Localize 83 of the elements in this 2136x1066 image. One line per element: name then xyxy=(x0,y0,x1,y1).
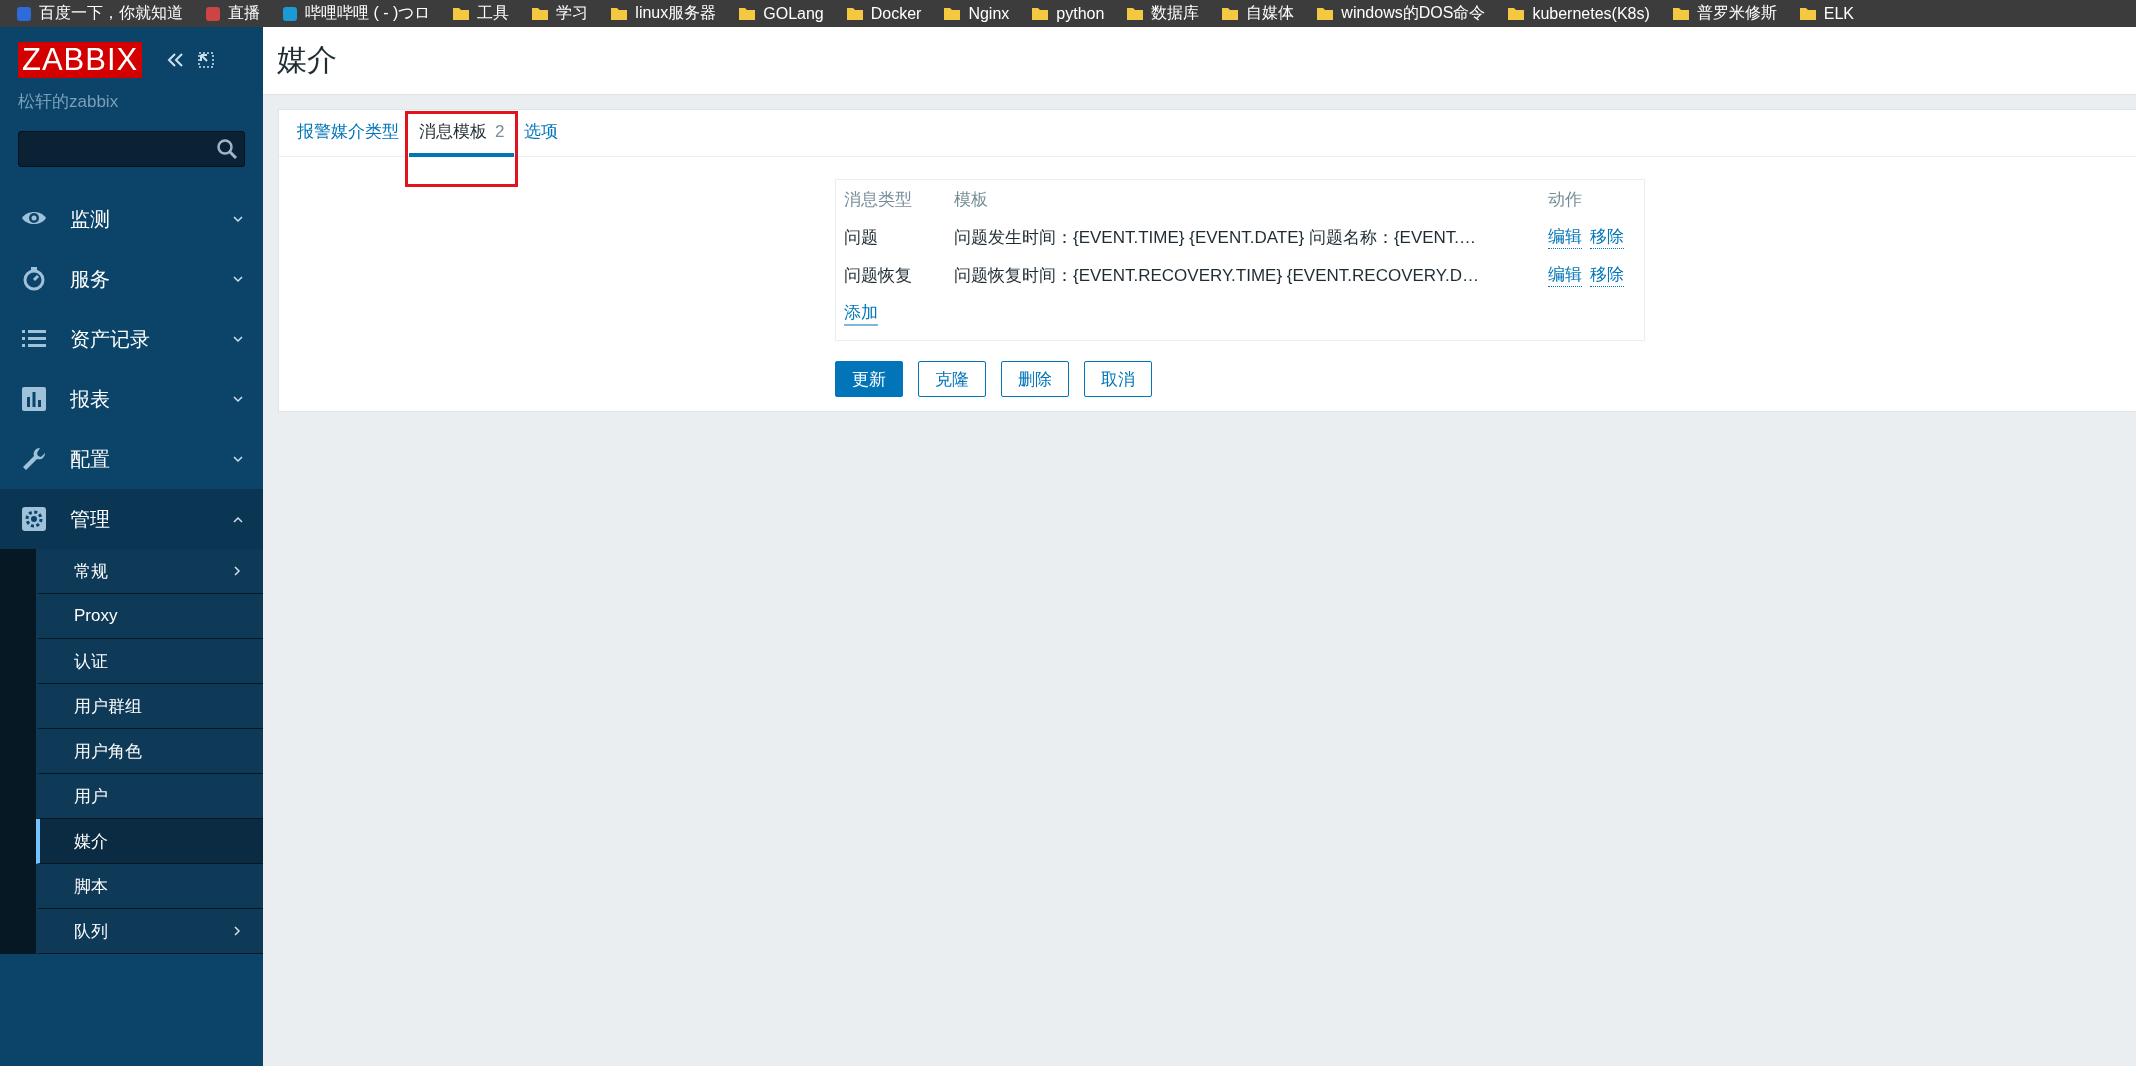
bookmark-link[interactable]: python xyxy=(1031,4,1105,23)
chevron-right-icon xyxy=(234,926,241,936)
tab[interactable]: 消息模板 2 xyxy=(409,110,515,157)
tab[interactable]: 选项 xyxy=(514,110,569,157)
menu-item[interactable]: 服务 xyxy=(0,249,263,309)
form-button[interactable]: 删除 xyxy=(1001,361,1069,397)
logo: ZABBIX xyxy=(18,42,143,78)
action-link[interactable]: 编辑 xyxy=(1548,263,1582,287)
submenu-item[interactable]: 用户群组 xyxy=(36,684,263,729)
search-field[interactable] xyxy=(18,131,245,167)
bookmark-link[interactable]: 工具 xyxy=(452,3,510,24)
bookmark-link[interactable]: 数据库 xyxy=(1126,3,1200,24)
folder-icon xyxy=(738,6,757,21)
site-icon xyxy=(282,5,298,22)
chevron-right-icon xyxy=(234,566,241,576)
expand-icon xyxy=(198,52,215,68)
submenu-item[interactable]: 用户 xyxy=(36,774,263,819)
bookmark-link[interactable]: 自媒体 xyxy=(1221,3,1295,24)
folder-icon xyxy=(845,6,864,21)
search-icon xyxy=(216,138,238,160)
menu-item[interactable]: 资产记录 xyxy=(0,309,263,369)
bookmark-link[interactable]: 百度一下，你就知道 xyxy=(16,3,183,24)
chart-icon xyxy=(20,385,48,413)
bookmark-link[interactable]: Docker xyxy=(845,4,922,23)
table-cell-text: 问题恢复 xyxy=(844,264,913,287)
folder-icon xyxy=(1316,6,1335,21)
site-icon xyxy=(205,5,221,22)
column-header: 模板 xyxy=(954,189,989,211)
bookmark-link[interactable]: kubernetes(K8s) xyxy=(1507,4,1650,23)
folder-icon xyxy=(1221,6,1240,21)
page-title: 媒介 xyxy=(277,42,337,78)
chevron-down-icon xyxy=(233,455,243,463)
add-link[interactable]: 添加 xyxy=(844,301,878,326)
folder-icon xyxy=(1031,6,1050,21)
gear-icon xyxy=(20,505,48,533)
submenu-item[interactable]: 媒介 xyxy=(36,819,263,864)
folder-icon xyxy=(610,6,629,21)
site-subtitle: 松轩的zabbix xyxy=(17,91,120,113)
table-cell-text: 问题恢复时间：{EVENT.RECOVERY.TIME} {EVENT.RECOVERY.D… xyxy=(954,264,1480,287)
form-button[interactable]: 取消 xyxy=(1084,361,1152,397)
chevron-down-icon xyxy=(233,275,243,283)
chevron-down-icon xyxy=(233,215,243,223)
submenu-item[interactable]: 用户角色 xyxy=(36,729,263,774)
table-cell-text: 问题 xyxy=(844,226,879,249)
menu-item[interactable]: 监测 xyxy=(0,189,263,249)
folder-icon xyxy=(1507,6,1526,21)
menu-item[interactable]: 配置 xyxy=(0,429,263,489)
table-cell-text: 问题发生时间：{EVENT.TIME} {EVENT.DATE} 问题名称：{EVENT.… xyxy=(954,226,1478,249)
bookmark-link[interactable]: Nginx xyxy=(943,4,1010,23)
action-link[interactable]: 移除 xyxy=(1590,225,1624,249)
menu-item[interactable]: 管理 xyxy=(0,489,263,549)
chevron-down-icon xyxy=(233,335,243,343)
chevron-down-icon xyxy=(233,395,243,403)
bookmark-link[interactable]: ELK xyxy=(1798,4,1855,23)
bookmark-link[interactable]: GOLang xyxy=(738,4,824,23)
folder-icon xyxy=(452,6,471,21)
bookmark-link[interactable]: 普罗米修斯 xyxy=(1671,3,1777,24)
bookmark-link[interactable]: 直播 xyxy=(205,3,260,24)
bookmark-link[interactable]: windows的DOS命令 xyxy=(1316,3,1486,24)
chevron-up-icon xyxy=(233,515,243,523)
folder-icon xyxy=(531,6,550,21)
menu-item[interactable]: 报表 xyxy=(0,369,263,429)
action-link[interactable]: 移除 xyxy=(1590,263,1624,287)
tab[interactable]: 报警媒介类型 xyxy=(287,110,409,157)
folder-icon xyxy=(1671,6,1690,21)
form-button[interactable]: 更新 xyxy=(835,361,903,397)
bookmark-link[interactable]: 哔哩哔哩 ( - )つロ xyxy=(282,3,431,24)
folder-icon xyxy=(1798,6,1817,21)
folder-icon xyxy=(1126,6,1145,21)
column-header: 动作 xyxy=(1548,189,1583,211)
form-button[interactable]: 克隆 xyxy=(918,361,986,397)
bookmark-link[interactable]: linux服务器 xyxy=(610,3,717,24)
action-link[interactable]: 编辑 xyxy=(1548,225,1582,249)
submenu-item[interactable]: 常规 xyxy=(36,549,263,594)
submenu-item[interactable]: 队列 xyxy=(36,909,263,954)
site-icon xyxy=(16,5,32,22)
submenu-item[interactable]: 认证 xyxy=(36,639,263,684)
bookmark-link[interactable]: 学习 xyxy=(531,3,589,24)
folder-icon xyxy=(943,6,962,21)
collapse-icon xyxy=(166,52,185,68)
column-header: 消息类型 xyxy=(844,189,913,211)
submenu-item[interactable]: Proxy xyxy=(36,594,263,639)
submenu-item[interactable]: 脚本 xyxy=(36,864,263,909)
